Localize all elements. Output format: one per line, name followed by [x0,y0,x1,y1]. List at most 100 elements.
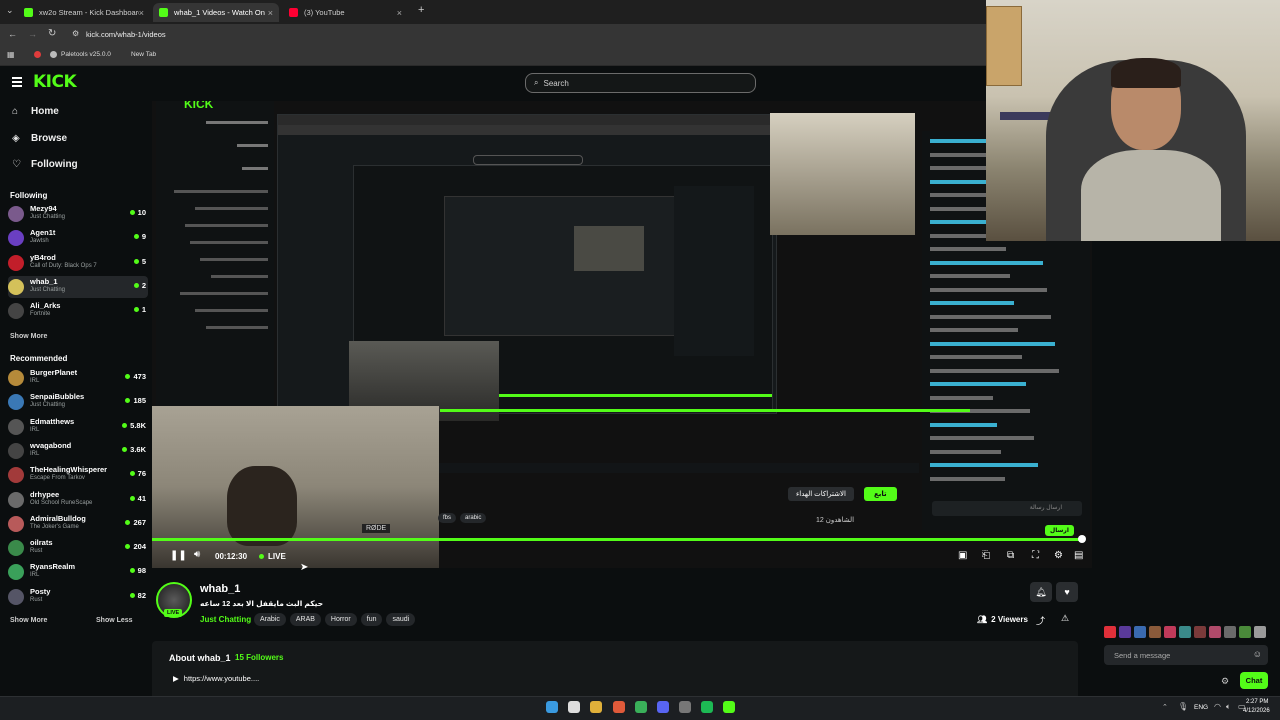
search-icon[interactable] [568,701,580,713]
report-icon[interactable]: ⚠ [1061,613,1069,624]
tag-fun[interactable]: fun [360,613,383,626]
stream-tags: Arabic ARAB Horror fun saudi [254,613,416,626]
tab-1[interactable]: xw2o Stream - Kick Dashboard × [18,3,150,22]
emote-icon[interactable] [1239,626,1251,638]
language-indicator[interactable]: ENG [1194,704,1208,711]
pip-icon[interactable]: ⧉ [1007,550,1014,561]
emote-icon[interactable] [1179,626,1191,638]
sidebar-channel-mezy94[interactable]: Mezy94 Just Chatting 10 [8,203,148,225]
tab-3[interactable]: (3) YouTube × [283,3,408,22]
chat-input[interactable]: Send a message ☺ [1104,645,1268,665]
chat-send-button[interactable]: Chat [1240,672,1268,689]
tab-close-icon[interactable]: × [139,8,144,18]
emote-icon[interactable] [1164,626,1176,638]
apps-grid-icon[interactable]: ▦ [7,50,15,59]
sidebar-channel-thehealingwhisperer[interactable]: TheHealingWhisperer Escape From Tarkov 76 [8,464,148,486]
url-text[interactable]: kick.com/whab-1/videos [86,30,166,39]
settings-icon[interactable]: ⚙ [1054,550,1063,561]
tab-2[interactable]: whab_1 Videos - Watch On × [153,3,279,22]
wifi-icon[interactable]: ◠ [1214,702,1221,711]
tab-list-chevron-icon[interactable]: ⌄ [6,5,14,16]
sidebar-channel-burgerplanet[interactable]: BurgerPlanet IRL 473 [8,367,148,389]
pause-button[interactable]: ❚❚ [170,550,187,561]
nav-home[interactable]: ⌂ Home [12,106,59,117]
recommended-show-more[interactable]: Show More [10,617,47,624]
discord-icon[interactable] [657,701,669,713]
mic-icon[interactable]: 🎙︎ [1178,702,1188,711]
start-icon[interactable] [546,701,558,713]
kick-logo[interactable]: KICK [33,72,77,92]
playback-progress-bar[interactable] [152,538,1084,541]
sidebar-channel-oilrats[interactable]: oilrats Rust 204 [8,537,148,559]
nav-browse[interactable]: ◈ Browse [12,133,67,144]
sidebar-channel-admiralbulldog[interactable]: AdmiralBulldog The Joker's Game 267 [8,513,148,535]
volume-icon[interactable]: 🔊︎ [194,549,200,560]
chrome-icon[interactable] [613,701,625,713]
following-show-more[interactable]: Show More [10,333,47,340]
tag-arab[interactable]: ARAB [289,613,321,626]
recommended-show-less[interactable]: Show Less [96,617,133,624]
theater-mode-icon[interactable]: ▣ [958,550,967,561]
nav-following[interactable]: ♡ Following [12,159,78,170]
emote-icon[interactable] [1224,626,1236,638]
sidebar-channel-wvagabond[interactable]: wvagabond IRL 3.6K [8,440,148,462]
obs-icon[interactable] [679,701,691,713]
xbox-icon[interactable] [635,701,647,713]
sidebar-channel-yb4rod[interactable]: yB4rod Call of Duty: Black Ops 7 5 [8,252,148,274]
sidebar-channel-ryansrealm[interactable]: RyansRealm IRL 98 [8,561,148,583]
viewer-count: 9 [133,232,146,241]
tag-arabic[interactable]: Arabic [254,613,286,626]
bookmark-new-tab[interactable]: New Tab [131,51,156,58]
stats-icon[interactable]: ▤ [1074,550,1083,561]
sidebar-channel-senpaibubbles[interactable]: SenpaiBubbles Just Chatting 185 [8,391,148,413]
files-icon[interactable] [590,701,602,713]
clock-time[interactable]: 2:27 PM [1246,699,1268,705]
search-input[interactable]: ⌕ Search [525,73,756,93]
stream-category[interactable]: Just Chatting [200,615,251,624]
clock-date[interactable]: 4/12/2026 [1243,708,1270,714]
emote-icon[interactable] [1194,626,1206,638]
site-info-icon[interactable]: ⚙ [72,29,79,38]
menu-icon[interactable] [12,77,22,87]
bookmark-paletools[interactable]: Paletools v25.0.0 [61,51,111,58]
sidebar-channel-ali_arks[interactable]: Ali_Arks Fortnite 1 [8,300,148,322]
emote-icon[interactable] [1254,626,1266,638]
viewer-count-value: 10 [137,208,146,217]
chat-settings-icon[interactable]: ⚙ [1221,676,1229,687]
tray-chevron-icon[interactable]: ⌃ [1162,703,1168,711]
kick-app-icon[interactable] [723,701,735,713]
emote-icon[interactable] [1149,626,1161,638]
sidebar-channel-agen1t[interactable]: Agen1t Jawtsh 9 [8,227,148,249]
tab-close-icon[interactable]: × [268,8,273,18]
emote-icon[interactable] [1104,626,1116,638]
forward-icon[interactable]: → [28,29,37,39]
sidebar-channel-drhypee[interactable]: drhypee Old School RuneScape 41 [8,489,148,511]
new-tab-icon[interactable]: + [418,4,424,16]
channel-name[interactable]: whab_1 [200,583,240,595]
follow-heart-button[interactable]: ♥ [1056,582,1078,602]
tag-saudi[interactable]: saudi [386,613,416,626]
spotify-icon[interactable] [701,701,713,713]
emoji-icon[interactable]: ☺ [1253,649,1262,659]
share-icon[interactable]: ⤴ [1036,614,1045,627]
emote-icon[interactable] [1134,626,1146,638]
sidebar-channel-whab_1[interactable]: whab_1 Just Chatting 2 [8,275,148,298]
youtube-link[interactable]: ▶ https://www.youtube.... [173,674,259,683]
reload-icon[interactable]: ↻ [48,28,56,39]
video-player[interactable]: KICK RØDE تابع الاشتراكات الهداء 12 الشا… [152,101,1092,568]
speaker-icon[interactable]: 🔈︎ [1226,702,1231,712]
notification-bell-button[interactable]: 🔔︎ [1030,582,1052,602]
tab-close-icon[interactable]: × [397,8,402,18]
progress-thumb[interactable] [1078,535,1086,543]
live-dot-icon [133,234,139,240]
emote-icon[interactable] [1209,626,1221,638]
fullscreen-icon[interactable]: ⛶ [1032,550,1039,561]
tag-horror[interactable]: Horror [324,613,357,626]
nested-chat-line [930,139,990,143]
sidebar-channel-posty[interactable]: Posty Rust 82 [8,586,148,608]
emote-icon[interactable] [1119,626,1131,638]
browser-tab-bar: ⌄ xw2o Stream - Kick Dashboard × whab_1 Vi… [0,0,986,24]
clip-icon[interactable]: ⎗ [982,550,990,561]
sidebar-channel-edmatthews[interactable]: Edmatthews IRL 5.8K [8,416,148,438]
back-icon[interactable]: ← [8,29,17,39]
